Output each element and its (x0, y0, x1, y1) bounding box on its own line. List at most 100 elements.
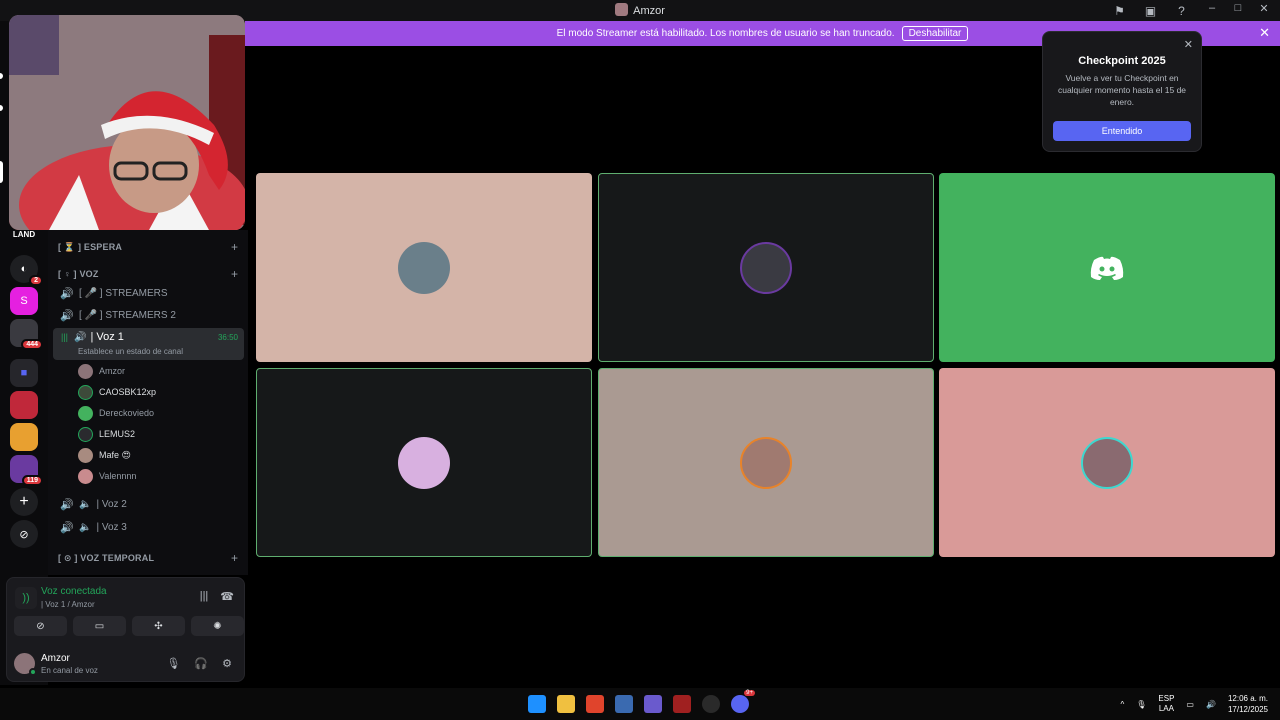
camera-off-icon: ⊘ (36, 620, 45, 632)
activities-button[interactable]: ✣ (132, 616, 185, 636)
voice-user-name: LEMUS2 (99, 429, 136, 439)
camera-button[interactable]: ⊘ (14, 616, 67, 636)
channel-label: | Voz 1 (90, 331, 124, 343)
tray-mic-icon[interactable]: 🎙 (1136, 700, 1146, 709)
avatar (78, 363, 93, 379)
server-glyph-icon: ◐ (20, 263, 28, 275)
noise-suppression-icon[interactable]: ||| (200, 590, 209, 603)
file-explorer-icon[interactable] (557, 695, 575, 713)
share-screen-button[interactable]: ▭ (73, 616, 126, 636)
category-voz-temporal[interactable]: [ ⊙ ] VOZ TEMPORAL (58, 553, 154, 564)
category-voz[interactable]: [ ♀ ] VOZ (58, 269, 99, 279)
tray-chevron-icon[interactable]: ^ (1120, 700, 1124, 709)
server-folder[interactable]: 444 (10, 319, 43, 350)
participant-avatar (398, 241, 450, 294)
checkpoint-popup: ✕ Checkpoint 2025 Vuelve a ver tu Checkp… (1042, 31, 1202, 152)
voice-user[interactable]: LEMUS2 (78, 424, 135, 444)
voice-user[interactable]: Mafe 😍 (78, 445, 131, 465)
speaker-icon: 🔈 (79, 498, 92, 510)
participant-tile[interactable] (939, 173, 1275, 362)
voice-activity-icon: ||| (61, 332, 69, 342)
browser-icon[interactable] (586, 695, 604, 713)
channel-status[interactable]: Establece un estado de canal (78, 347, 183, 356)
channel-voz-2[interactable]: 🔊 🔈 | Voz 2 (54, 494, 244, 514)
participant-avatar (740, 436, 792, 489)
speaker-icon: 🔈 (79, 521, 92, 533)
soundboard-button[interactable]: ✺ (191, 616, 244, 636)
close-window-button[interactable]: ✕ (1256, 2, 1272, 15)
close-banner-icon[interactable]: ✕ (1259, 25, 1270, 41)
channel-streamers[interactable]: 🔊 [ 🎤 ] STREAMERS (54, 283, 244, 303)
participant-tile[interactable] (256, 173, 592, 362)
participant-tile[interactable] (598, 368, 934, 557)
channel-list: [ ⏳ ] ESPERA + [ ♀ ] VOZ + 🔊 [ 🎤 ] STREAM… (48, 230, 248, 575)
speaker-icon: 🔊 (60, 287, 74, 300)
add-server-button[interactable]: + (10, 488, 38, 516)
add-channel-icon[interactable]: + (231, 551, 238, 565)
clock-date: 17/12/2025 (1227, 705, 1268, 714)
avatar (78, 384, 93, 400)
network-icon[interactable]: ▭ (1186, 700, 1194, 709)
voice-connected-subtitle[interactable]: | Voz 1 / Amzor (41, 600, 95, 609)
clock[interactable]: 12:06 a. m. 17/12/2025 (1228, 693, 1268, 715)
voice-user[interactable]: Amzor (78, 361, 125, 381)
voice-user-name: Mafe 😍 (99, 449, 131, 460)
server-icon-purple[interactable]: 119 (10, 455, 43, 486)
app-icon[interactable] (673, 695, 691, 713)
add-channel-icon[interactable]: + (231, 267, 238, 281)
microphone-icon[interactable]: 🎙 (166, 657, 180, 670)
settings-gear-icon[interactable]: ⚙ (222, 657, 232, 670)
voice-user[interactable]: Dereckoviedo (78, 403, 154, 423)
server-badge: 444 (21, 339, 43, 350)
speaker-icon: 🔊 (60, 309, 74, 322)
inbox-icon[interactable]: ⚑ (1111, 2, 1128, 19)
voice-user-name: Valennnn (99, 471, 137, 481)
username[interactable]: Amzor (41, 653, 70, 664)
language-indicator[interactable]: ESP LAA (1158, 694, 1174, 714)
channel-voz-3[interactable]: 🔊 🔈 | Voz 3 (54, 517, 244, 537)
lang-primary: ESP (1158, 694, 1175, 703)
signal-icon[interactable]: )) (15, 587, 37, 609)
discord-taskbar-icon[interactable]: 9+ (731, 690, 755, 713)
maximize-button[interactable]: □ (1230, 2, 1246, 15)
start-icon[interactable] (528, 695, 546, 713)
help-icon[interactable]: ? (1173, 2, 1190, 19)
close-popup-icon[interactable]: ✕ (1184, 38, 1193, 51)
game-app-icon[interactable] (644, 695, 662, 713)
disconnect-icon[interactable]: ☎ (220, 590, 234, 603)
server-icon-red[interactable] (10, 391, 38, 419)
headphones-icon[interactable]: 🎧 (194, 657, 208, 670)
explore-icon[interactable]: ⊘ (10, 520, 38, 548)
window-title-text: Amzor (633, 5, 665, 17)
rail-pip (0, 161, 3, 183)
channel-voz-1[interactable]: ||| 🔊 | Voz 1 36:50 Establece un estado de… (53, 328, 244, 360)
server-icon-orange[interactable] (10, 423, 38, 451)
category-espera[interactable]: [ ⏳ ] ESPERA (58, 242, 122, 253)
voice-user[interactable]: CAOSBK12xp (78, 382, 156, 402)
obs-icon[interactable] (702, 695, 720, 713)
participant-tile[interactable] (256, 368, 592, 557)
store-icon[interactable] (615, 695, 633, 713)
soundboard-icon: ✺ (213, 620, 222, 632)
minimize-button[interactable]: – (1204, 2, 1220, 15)
rail-pip (0, 105, 3, 111)
rail-pip (0, 73, 3, 79)
title-avatar (615, 3, 629, 16)
voice-user[interactable]: Valennnn (78, 466, 136, 486)
volume-icon[interactable]: 🔊 (1206, 700, 1216, 709)
participant-avatar (1081, 436, 1133, 489)
channel-label: | Voz 2 (96, 498, 127, 510)
participant-tile[interactable] (939, 368, 1275, 557)
add-channel-icon[interactable]: + (231, 240, 238, 254)
folder-icon[interactable]: ■ (10, 359, 38, 387)
avatar (78, 468, 93, 484)
server-icon[interactable]: ◐ 2 (10, 255, 43, 286)
channel-streamers-2[interactable]: 🔊 [ 🎤 ] STREAMERS 2 (54, 305, 244, 325)
participant-tile[interactable] (598, 173, 934, 362)
call-timer: 36:50 (217, 333, 238, 342)
disable-streamer-button[interactable]: Deshabilitar (901, 26, 969, 41)
voice-connected-title[interactable]: Voz conectada (41, 586, 107, 597)
entendido-button[interactable]: Entendido (1053, 121, 1191, 141)
server-s[interactable]: S (10, 287, 38, 315)
screen-icon[interactable]: ▣ (1142, 2, 1159, 19)
